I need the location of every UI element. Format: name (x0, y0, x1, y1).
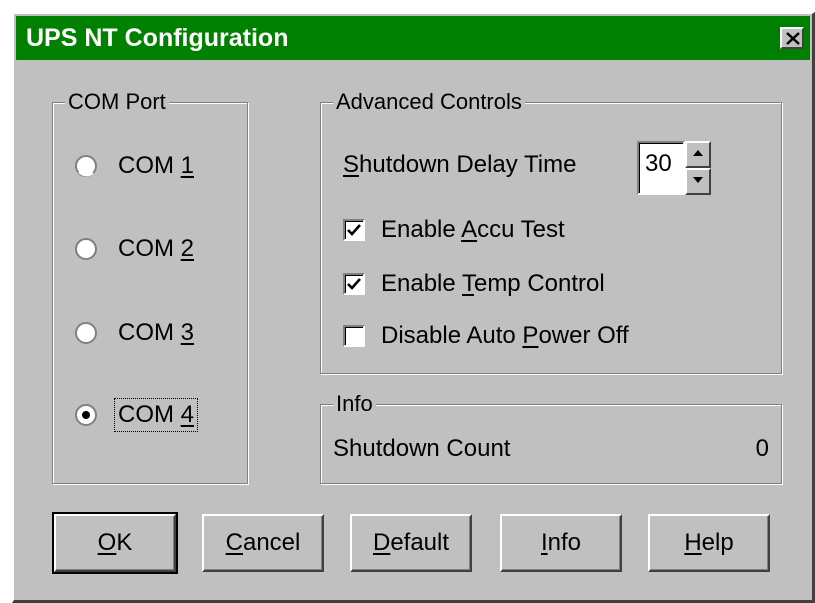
temp-control-key: T (461, 270, 474, 297)
default-button[interactable]: Default (350, 514, 472, 572)
shutdown-count-value: 0 (755, 435, 769, 462)
checkbox-temp-control[interactable]: Enable Temp Control (343, 267, 605, 301)
radio-com3-key: 3 (180, 319, 195, 346)
advanced-controls-legend: Advanced Controls (333, 88, 525, 116)
radio-com1-label: COM 1 (115, 150, 197, 182)
radio-button-icon (75, 322, 97, 344)
checkbox-box (343, 273, 365, 295)
radio-com3-label: COM 3 (115, 317, 197, 349)
radio-com1-key: 1 (180, 152, 195, 179)
accu-test-pre: Enable (381, 216, 462, 243)
arrow-down-icon (693, 177, 703, 183)
radio-com4-prefix: COM (118, 401, 181, 428)
radio-com3[interactable]: COM 3 (75, 315, 197, 351)
radio-button-icon (75, 155, 97, 177)
spin-down-button[interactable] (685, 168, 711, 195)
ok-button-rest: K (116, 529, 133, 556)
info-group: Info Shutdown Count 0 (320, 390, 782, 484)
spin-up-button[interactable] (685, 141, 711, 168)
auto-power-off-post: ower Off (538, 322, 629, 349)
accu-test-label: Enable Accu Test (381, 216, 565, 244)
shutdown-delay-key: S (343, 151, 360, 178)
radio-com1[interactable]: COM 1 (75, 148, 197, 184)
ok-button[interactable]: OK (52, 512, 178, 574)
ok-button-key: O (97, 529, 117, 556)
radio-com1-prefix: COM (118, 152, 181, 179)
info-button-key: I (540, 529, 548, 556)
auto-power-off-pre: Disable Auto (381, 322, 523, 349)
title-bar[interactable]: UPS NT Configuration (16, 16, 810, 60)
radio-com2-key: 2 (180, 235, 195, 262)
checkbox-box (343, 325, 365, 347)
radio-com4-label: COM 4 (113, 398, 199, 432)
accu-test-key: A (461, 216, 478, 243)
close-button[interactable] (780, 27, 804, 49)
com-port-legend: COM Port (65, 88, 169, 116)
dialog-title: UPS NT Configuration (26, 24, 289, 52)
help-button[interactable]: Help (648, 514, 770, 572)
checkbox-box (343, 219, 365, 241)
cancel-button[interactable]: Cancel (202, 514, 324, 572)
close-icon (786, 32, 800, 45)
shutdown-count-label: Shutdown Count (333, 435, 511, 462)
check-icon (347, 278, 361, 290)
info-button[interactable]: Info (500, 514, 622, 572)
default-button-rest: efault (390, 529, 450, 556)
shutdown-delay-label: Shutdown Delay Time (343, 151, 576, 179)
com-port-group: COM Port COM 1 COM 2 COM 3 COM 4 (52, 88, 248, 484)
shutdown-delay-input[interactable]: 30 (637, 141, 685, 195)
accu-test-post: ccu Test (477, 216, 565, 243)
radio-com2[interactable]: COM 2 (75, 231, 197, 267)
temp-control-pre: Enable (381, 270, 462, 297)
help-button-key: H (684, 529, 702, 556)
cancel-button-key: C (225, 529, 243, 556)
ups-config-dialog: UPS NT Configuration COM Port COM 1 COM … (12, 12, 815, 603)
auto-power-off-label: Disable Auto Power Off (381, 322, 629, 350)
help-button-rest: elp (701, 529, 734, 556)
auto-power-off-key: P (522, 322, 539, 349)
radio-com3-prefix: COM (118, 319, 181, 346)
check-icon (347, 224, 361, 236)
radio-com2-prefix: COM (118, 235, 181, 262)
checkbox-auto-power-off[interactable]: Disable Auto Power Off (343, 319, 629, 353)
checkbox-accu-test[interactable]: Enable Accu Test (343, 213, 565, 247)
radio-com4-key: 4 (180, 401, 195, 428)
info-button-rest: nfo (547, 529, 582, 556)
radio-com4[interactable]: COM 4 (75, 397, 199, 433)
temp-control-post: emp Control (473, 270, 605, 297)
default-button-key: D (372, 529, 391, 556)
advanced-controls-group: Advanced Controls Shutdown Delay Time 30… (320, 88, 782, 374)
info-legend: Info (333, 390, 376, 418)
shutdown-delay-rest: hutdown Delay Time (359, 151, 577, 178)
temp-control-label: Enable Temp Control (381, 270, 605, 298)
cancel-button-rest: ancel (242, 529, 301, 556)
radio-button-selected-icon (75, 404, 97, 426)
arrow-up-icon (693, 150, 703, 156)
radio-button-icon (75, 238, 97, 260)
radio-com2-label: COM 2 (115, 233, 197, 265)
